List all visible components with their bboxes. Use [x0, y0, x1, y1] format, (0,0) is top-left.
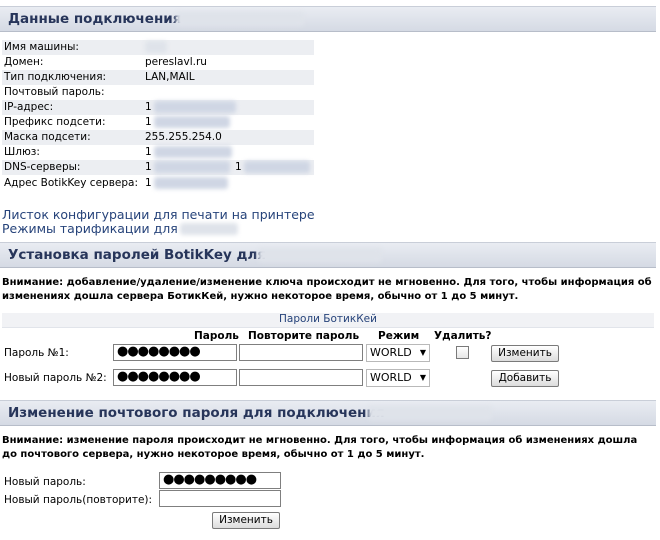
- info-row: IP-адрес: 1: [2, 100, 314, 115]
- info-label: Шлюз:: [4, 146, 40, 158]
- col-header-password: Пароль: [194, 330, 239, 342]
- redacted-value: [154, 177, 228, 189]
- col-header-repeat: Повторите пароль: [248, 330, 360, 342]
- info-row: Маска подсети: 255.255.254.0: [2, 130, 314, 145]
- info-row: Адрес BotikKey сервера: 1: [2, 176, 314, 191]
- password-2-input[interactable]: ●●●●●●●●: [113, 369, 237, 386]
- new-mail-password-input[interactable]: ●●●●●●●●●: [159, 472, 281, 489]
- new-password-label: Новый пароль:: [4, 476, 86, 488]
- redacted-botikkey-name: [258, 248, 382, 262]
- info-row: Шлюз: 1: [2, 145, 314, 160]
- password-2-repeat-input[interactable]: [239, 369, 363, 386]
- info-value: 1: [145, 146, 152, 158]
- mode-1-select[interactable]: WORLD ▼: [366, 344, 430, 362]
- print-config-link[interactable]: Листок конфигурации для печати на принте…: [2, 207, 315, 222]
- info-value: LAN,MAIL: [145, 71, 195, 83]
- mailpass-warning: Внимание: изменение пароля происходит не…: [2, 435, 638, 460]
- tariff-link[interactable]: Режимы тарификации для: [2, 221, 178, 236]
- password-1-input[interactable]: ●●●●●●●●: [113, 344, 237, 361]
- info-label: DNS-серверы:: [4, 161, 81, 173]
- info-value: 1: [145, 161, 152, 173]
- info-row: Префикс подсети: 1: [2, 115, 314, 130]
- add-key-button[interactable]: Добавить: [491, 370, 559, 387]
- redacted-value: [154, 146, 232, 158]
- mailpass-title: Изменение почтового пароля для подключен…: [8, 405, 385, 421]
- connection-title: Данные подключения: [8, 11, 182, 27]
- change-key-button[interactable]: Изменить: [491, 345, 559, 362]
- row-label-password-2: Новый пароль №2:: [4, 372, 107, 384]
- info-label: Почтовый пароль:: [4, 86, 105, 98]
- info-label: Маска подсети:: [4, 131, 91, 143]
- repeat-password-label: Новый пароль(повторите):: [4, 494, 153, 506]
- redacted-value: [154, 161, 230, 173]
- delete-1-checkbox[interactable]: [456, 346, 469, 359]
- mailpass-header: Изменение почтового пароля для подключен…: [0, 400, 656, 426]
- info-value: 1: [145, 177, 152, 189]
- redacted-tariff-name: [180, 223, 238, 235]
- mode-2-value: WORLD: [370, 371, 412, 384]
- info-value: 1: [145, 101, 152, 113]
- repeat-mail-password-input[interactable]: [159, 490, 281, 507]
- info-label: Адрес BotikKey сервера:: [4, 177, 138, 189]
- info-value: 255.255.254.0: [145, 131, 222, 143]
- redacted-connection-name: [176, 12, 304, 26]
- col-header-delete: Удалить?: [434, 330, 492, 342]
- botikkey-warning: Внимание: добавление/удаление/изменение …: [2, 277, 652, 302]
- mode-2-select[interactable]: WORLD ▼: [366, 369, 430, 387]
- info-label: Префикс подсети:: [4, 116, 106, 128]
- row-label-password-1: Пароль №1:: [4, 347, 69, 359]
- info-row: Домен: pereslavl.ru: [2, 55, 314, 70]
- divider: [2, 327, 654, 328]
- redacted-value: [154, 116, 230, 128]
- connection-header: Данные подключения: [0, 6, 656, 32]
- info-value: 1: [145, 116, 152, 128]
- mode-1-value: WORLD: [370, 346, 412, 359]
- info-value-dns2: 1: [235, 161, 242, 173]
- change-mail-password-button[interactable]: Изменить: [212, 512, 280, 529]
- info-label: Домен:: [4, 56, 44, 68]
- info-label: IP-адрес:: [4, 101, 54, 113]
- info-row: DNS-серверы: 1 1: [2, 160, 314, 175]
- redacted-mailpass-name: [368, 406, 492, 420]
- redacted-value: [244, 161, 310, 173]
- chevron-down-icon: ▼: [419, 373, 426, 382]
- info-row: Почтовый пароль:: [2, 85, 314, 100]
- info-row: Тип подключения: LAN,MAIL: [2, 70, 314, 85]
- info-label: Имя машины:: [4, 41, 79, 53]
- table-caption: Пароли БотикКей: [2, 313, 654, 327]
- info-value: pereslavl.ru: [145, 56, 207, 68]
- password-1-repeat-input[interactable]: [239, 344, 363, 361]
- botikkey-title: Установка паролей BotikKey для: [8, 247, 267, 263]
- chevron-down-icon: ▼: [419, 348, 426, 357]
- redacted-value: [154, 101, 236, 113]
- col-header-mode: Режим: [378, 330, 420, 342]
- redacted-value: [145, 41, 167, 53]
- info-label: Тип подключения:: [4, 71, 107, 83]
- botikkey-passwords-table: Пароли БотикКей Пароль Повторите пароль …: [2, 313, 654, 391]
- info-row: Имя машины:: [2, 40, 314, 55]
